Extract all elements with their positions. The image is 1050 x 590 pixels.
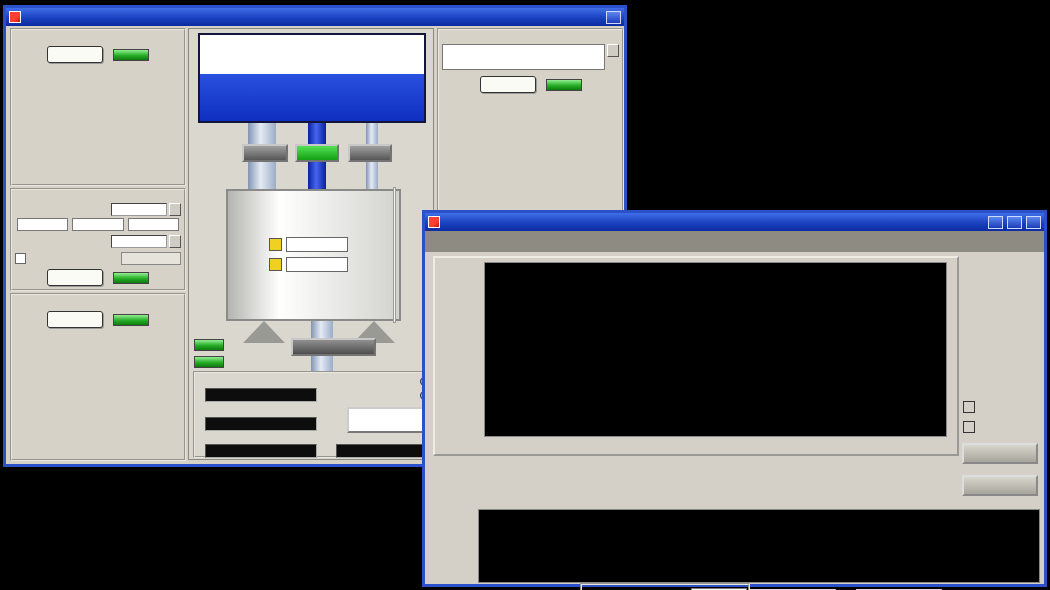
emptying-button[interactable] (291, 338, 376, 356)
digital-io-plot[interactable] (478, 509, 1040, 583)
waiting-led-row (194, 356, 230, 368)
enodview-titlebar[interactable] (425, 213, 1044, 231)
cycle-led-row (194, 339, 230, 351)
automatic-correction-select[interactable] (111, 203, 167, 216)
send-button[interactable] (480, 76, 536, 93)
group-title (12, 30, 184, 43)
send-button[interactable] (47, 311, 103, 328)
dropdown-button[interactable] (169, 235, 181, 248)
dosing-stats-panel (193, 371, 432, 458)
send-button[interactable] (47, 269, 103, 286)
send-status-led (113, 272, 149, 284)
app-icon (9, 11, 21, 23)
waiting-receptacle-led (194, 356, 224, 368)
group-title (12, 295, 184, 308)
filling-titlebar[interactable] (6, 8, 624, 26)
hf-button[interactable] (242, 144, 288, 162)
max-value-field[interactable] (128, 218, 179, 231)
send-status-led (113, 49, 149, 61)
net-weight-value[interactable] (286, 237, 348, 252)
dynamic-zero-button[interactable] (347, 407, 429, 433)
process-panel (188, 28, 434, 460)
cycle-time-display (205, 417, 317, 431)
cursor1-swatch (963, 401, 975, 413)
std-display (205, 444, 317, 458)
cycle-in-progress-led (194, 339, 224, 351)
gross-weight-value[interactable] (286, 257, 348, 272)
dropdown-button[interactable] (607, 44, 619, 57)
send-status-led (546, 79, 582, 91)
enodview-window (422, 210, 1047, 587)
cycle-control-group (10, 28, 186, 186)
group-title (12, 190, 184, 203)
dosing-result-display (205, 388, 317, 402)
group-title (439, 30, 622, 43)
time-plot[interactable] (484, 262, 947, 437)
close-button[interactable] (606, 11, 621, 24)
min-value-field[interactable] (17, 218, 68, 231)
vessel-support-left (243, 321, 285, 343)
desktop (0, 0, 1050, 590)
cf-button[interactable] (295, 144, 339, 162)
inflight-level-field[interactable] (72, 218, 123, 231)
level-marker-rail (393, 187, 396, 323)
tab-bar (425, 231, 1044, 252)
maximize-button[interactable] (1007, 216, 1022, 229)
weighing-vessel (226, 189, 401, 321)
correction-x3-checkbox[interactable] (15, 253, 26, 264)
close-button[interactable] (1026, 216, 1041, 229)
hopper-product (200, 74, 424, 121)
feed-mode-select[interactable] (442, 44, 605, 70)
app-icon (428, 216, 440, 228)
ff-button[interactable] (348, 144, 392, 162)
dropdown-button[interactable] (169, 203, 181, 216)
values-button[interactable] (962, 443, 1038, 464)
gross-tag (269, 258, 282, 271)
cycle-timings-group (10, 293, 186, 461)
cycles-display (336, 444, 431, 458)
send-button[interactable] (47, 46, 103, 63)
net-tag (269, 238, 282, 251)
inflight-group (10, 188, 186, 291)
zoom-button[interactable] (962, 475, 1038, 496)
correction-coefficient-select[interactable] (111, 235, 167, 248)
cycle-management-group (437, 28, 624, 218)
correction-x3-value (121, 252, 181, 265)
cursor2-swatch (963, 421, 975, 433)
minimize-button[interactable] (988, 216, 1003, 229)
send-status-led (113, 314, 149, 326)
supply-hopper (198, 33, 426, 123)
